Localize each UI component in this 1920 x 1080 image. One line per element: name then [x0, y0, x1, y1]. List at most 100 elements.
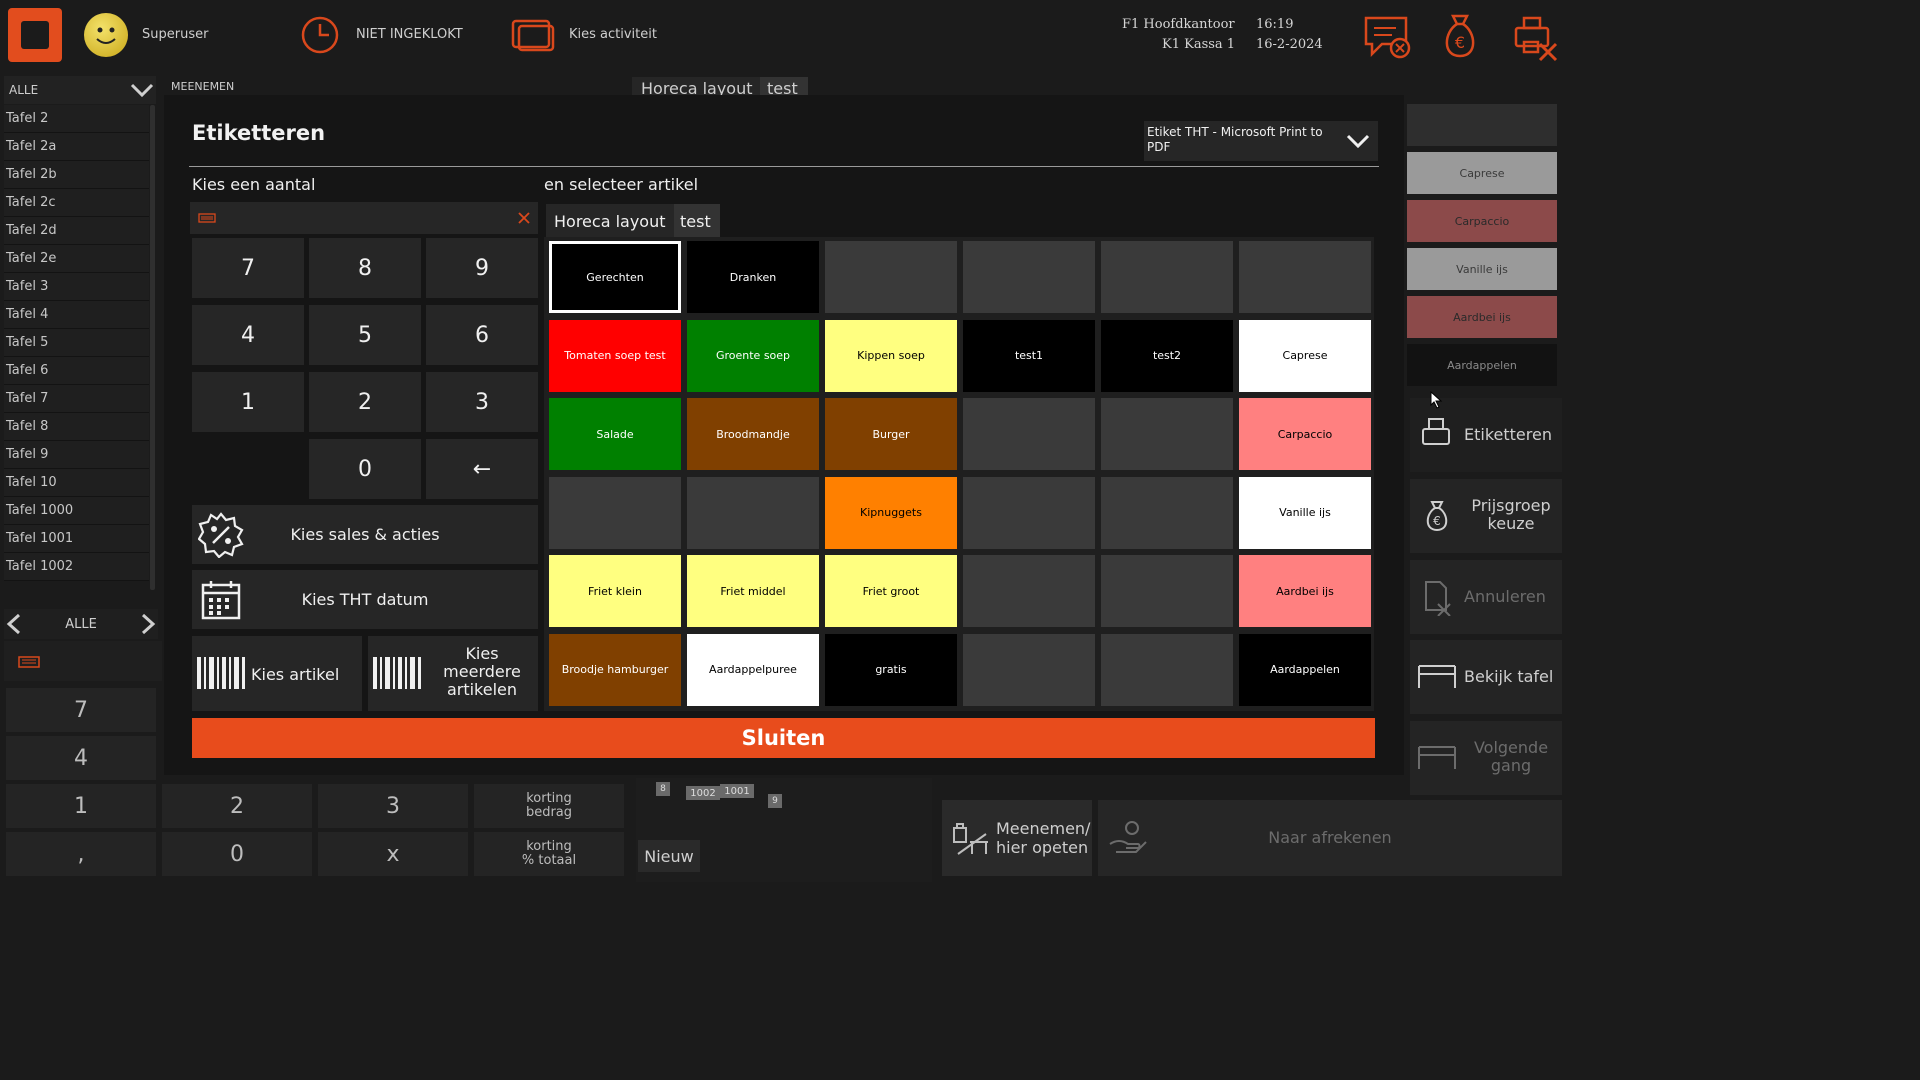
price-group-button[interactable]: € Prijsgroep keuze	[1410, 479, 1562, 553]
app-logo[interactable]	[8, 8, 62, 62]
checkout-button[interactable]: Naar afrekenen	[1098, 800, 1562, 876]
clear-icon[interactable]	[518, 212, 530, 224]
article-button[interactable]: test1	[963, 319, 1095, 392]
article-button[interactable]: Caprese	[1239, 319, 1371, 392]
article-button[interactable]: test2	[1101, 319, 1233, 392]
article-button[interactable]: gratis	[825, 633, 957, 706]
keypad-key[interactable]: 3	[426, 372, 538, 432]
clock-status[interactable]: NIET INGEKLOKT	[356, 27, 463, 42]
keypad-key[interactable]: 6	[426, 305, 538, 365]
keypad-key[interactable]: 8	[309, 238, 421, 298]
order-item[interactable]	[1407, 104, 1557, 146]
article-button[interactable]: Aardappelen	[1239, 633, 1371, 706]
article-button[interactable]: Carpaccio	[1239, 398, 1371, 470]
tab-horeca-layout[interactable]: Horeca layout	[546, 204, 674, 237]
activity-icon[interactable]	[510, 15, 556, 55]
article-button[interactable]: Friet klein	[549, 555, 681, 627]
tab-test[interactable]: test	[674, 204, 720, 237]
article-button[interactable]: Dranken	[687, 241, 819, 313]
keypad-key[interactable]: 7	[192, 238, 304, 298]
article-button[interactable]: Kipnuggets	[825, 476, 957, 549]
table-list-item[interactable]: Tafel 7	[4, 385, 149, 413]
article-button[interactable]: Aardappelpuree	[687, 633, 819, 706]
amount-input[interactable]	[190, 202, 538, 234]
keyboard-icon[interactable]	[198, 213, 216, 223]
article-button[interactable]: Aardbei ijs	[1239, 555, 1371, 627]
keypad-key[interactable]: 1	[192, 372, 304, 432]
table-list-scrollbar[interactable]	[150, 105, 155, 590]
chevron-left-icon[interactable]	[4, 613, 24, 635]
discount-percent-button[interactable]: korting % totaal	[474, 832, 624, 876]
table-list-item[interactable]: Tafel 2d	[4, 217, 149, 245]
article-button[interactable]: Burger	[825, 398, 957, 470]
article-button[interactable]: Broodje hamburger	[549, 633, 681, 706]
activity-label[interactable]: Kies activiteit	[569, 27, 657, 42]
keypad-key[interactable]: 5	[309, 305, 421, 365]
order-item[interactable]: Aardbei ijs	[1407, 296, 1557, 338]
table-list-item[interactable]: Tafel 5	[4, 329, 149, 357]
user-name[interactable]: Superuser	[142, 27, 208, 42]
sales-actions-button[interactable]: Kies sales & acties	[192, 505, 538, 564]
table-list-item[interactable]: Tafel 1000	[4, 497, 149, 525]
article-button[interactable]: Gerechten	[549, 241, 681, 313]
left-input-field[interactable]	[4, 641, 162, 681]
keypad-key[interactable]: 9	[426, 238, 538, 298]
article-button[interactable]: Tomaten soep test	[549, 319, 681, 392]
table-list-item[interactable]: Tafel 1001	[4, 525, 149, 553]
user-avatar-smiley-icon[interactable]	[84, 13, 128, 57]
keypad-key[interactable]: 2	[309, 372, 421, 432]
label-button[interactable]: Etiketteren	[1410, 398, 1562, 472]
table-filter-dropdown[interactable]: ALLE	[4, 76, 156, 104]
table-list-item[interactable]: Tafel 3	[4, 273, 149, 301]
table-list-item[interactable]: Tafel 2e	[4, 245, 149, 273]
bg-numpad-key[interactable]: 4	[6, 736, 156, 780]
table-list-item[interactable]: Tafel 2	[4, 105, 149, 133]
table-list-item[interactable]: Tafel 2c	[4, 189, 149, 217]
close-button[interactable]: Sluiten	[192, 718, 1375, 758]
view-table-button[interactable]: Bekijk tafel	[1410, 640, 1562, 714]
choose-multiple-articles-button[interactable]: Kies meerdere artikelen	[368, 636, 538, 711]
table-map-tile[interactable]: 1002	[686, 786, 720, 800]
article-button[interactable]: Vanille ijs	[1239, 476, 1371, 549]
table-list-item[interactable]: Tafel 2a	[4, 133, 149, 161]
bg-numpad-key[interactable]: x	[318, 832, 468, 876]
printer-select[interactable]: Etiket THT - Microsoft Print to PDF	[1144, 121, 1378, 161]
clock-icon[interactable]	[300, 15, 340, 55]
article-button[interactable]: Broodmandje	[687, 398, 819, 470]
backspace-key[interactable]: ←	[426, 439, 538, 499]
order-item[interactable]: Carpaccio	[1407, 200, 1557, 242]
table-list-item[interactable]: Tafel 8	[4, 413, 149, 441]
new-table-button[interactable]: Nieuw	[638, 840, 700, 872]
keyboard-icon[interactable]	[18, 656, 40, 668]
keypad-key[interactable]: 0	[309, 439, 421, 499]
table-list-item[interactable]: Tafel 4	[4, 301, 149, 329]
bg-numpad-key[interactable]: 0	[162, 832, 312, 876]
cancel-button[interactable]: Annuleren	[1410, 560, 1562, 634]
table-list-item[interactable]: Tafel 2b	[4, 161, 149, 189]
message-cancel-icon[interactable]	[1362, 14, 1414, 62]
bg-numpad-key[interactable]: 3	[318, 784, 468, 828]
tht-date-button[interactable]: Kies THT datum	[192, 570, 538, 629]
keypad-key[interactable]: 4	[192, 305, 304, 365]
table-list-item[interactable]: Tafel 9	[4, 441, 149, 469]
article-button[interactable]: Kippen soep	[825, 319, 957, 392]
order-item[interactable]: Caprese	[1407, 152, 1557, 194]
article-button[interactable]: Groente soep	[687, 319, 819, 392]
table-map-tile[interactable]: 9	[768, 794, 782, 808]
article-button[interactable]: Salade	[549, 398, 681, 470]
takeaway-button[interactable]: Meenemen/ hier opeten	[942, 800, 1092, 876]
bg-numpad-key[interactable]: 7	[6, 688, 156, 732]
chevron-right-icon[interactable]	[138, 613, 158, 635]
table-list-item[interactable]: Tafel 10	[4, 469, 149, 497]
table-map-tile[interactable]: 1001	[720, 784, 754, 798]
choose-article-button[interactable]: Kies artikel	[192, 636, 362, 711]
table-list-item[interactable]: Tafel 1002	[4, 553, 149, 581]
article-button[interactable]: Friet middel	[687, 555, 819, 627]
order-item[interactable]: Aardappelen	[1407, 344, 1557, 386]
table-map-tile[interactable]: 8	[656, 782, 670, 796]
discount-amount-button[interactable]: korting bedrag	[474, 784, 624, 828]
table-list-item[interactable]: Tafel 6	[4, 357, 149, 385]
bg-numpad-key[interactable]: 1	[6, 784, 156, 828]
next-course-button[interactable]: Volgende gang	[1410, 721, 1562, 795]
order-item[interactable]: Vanille ijs	[1407, 248, 1557, 290]
